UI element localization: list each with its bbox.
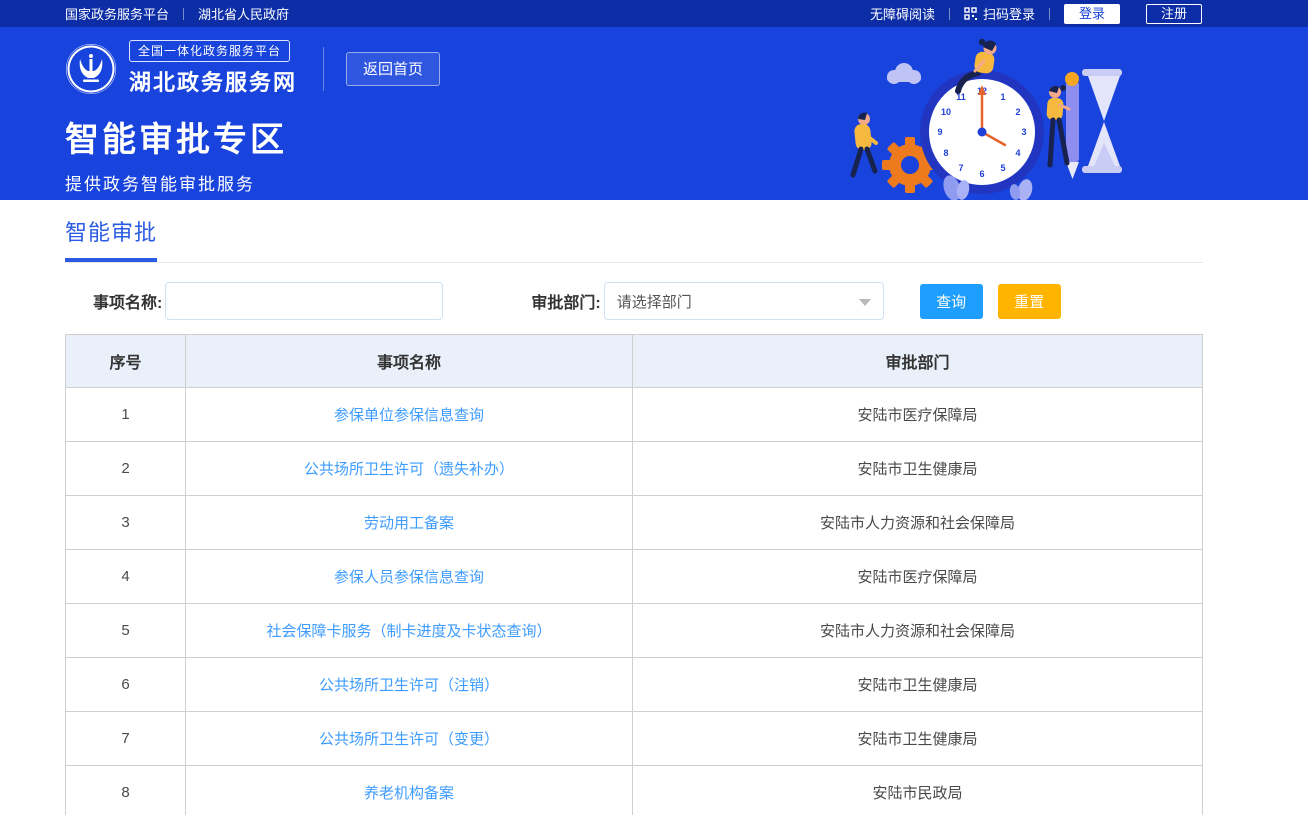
- row-number: 8: [66, 766, 186, 815]
- divider: [323, 47, 324, 91]
- row-dept: 安陆市民政局: [633, 766, 1203, 815]
- row-dept: 安陆市人力资源和社会保障局: [633, 604, 1203, 658]
- row-number: 1: [66, 388, 186, 442]
- qr-code-icon: [964, 7, 977, 20]
- table-body: 1 参保单位参保信息查询 安陆市医疗保障局 2 公共场所卫生许可（遗失补办） 安…: [66, 388, 1203, 815]
- row-dept: 安陆市医疗保障局: [633, 550, 1203, 604]
- item-link[interactable]: 劳动用工备案: [364, 515, 454, 532]
- item-link[interactable]: 公共场所卫生许可（变更）: [319, 731, 499, 748]
- item-link[interactable]: 公共场所卫生许可（遗失补办）: [304, 461, 514, 478]
- search-button[interactable]: 查询: [920, 284, 983, 319]
- register-button[interactable]: 注册: [1146, 4, 1202, 24]
- item-link[interactable]: 参保单位参保信息查询: [334, 407, 484, 424]
- page-title: 智能审批专区: [65, 112, 1308, 161]
- login-button[interactable]: 登录: [1064, 4, 1120, 24]
- site-name: 湖北政务服务网: [129, 65, 297, 97]
- topbar: 国家政务服务平台 湖北省人民政府 无障碍阅读 扫码登录 登录 注册: [0, 0, 1308, 27]
- item-link[interactable]: 公共场所卫生许可（注销）: [319, 677, 499, 694]
- dept-select-value: 请选择部门: [617, 291, 692, 312]
- item-name-input[interactable]: [165, 282, 443, 320]
- dept-select[interactable]: 请选择部门: [604, 282, 884, 320]
- table-row: 1 参保单位参保信息查询 安陆市医疗保障局: [66, 388, 1203, 442]
- row-dept: 安陆市医疗保障局: [633, 388, 1203, 442]
- row-number: 4: [66, 550, 186, 604]
- table-row: 5 社会保障卡服务（制卡进度及卡状态查询） 安陆市人力资源和社会保障局: [66, 604, 1203, 658]
- accessibility-link[interactable]: 无障碍阅读: [870, 4, 935, 23]
- platform-badge: 全国一体化政务服务平台: [129, 40, 290, 62]
- divider: [183, 8, 184, 20]
- link-national-platform[interactable]: 国家政务服务平台: [65, 4, 169, 23]
- item-link[interactable]: 养老机构备案: [364, 785, 454, 802]
- approval-items-table: 序号 事项名称 审批部门 1 参保单位参保信息查询 安陆市医疗保障局 2 公共场…: [65, 334, 1203, 815]
- banner: 全国一体化政务服务平台 湖北政务服务网 返回首页 智能审批专区 提供政务智能审批…: [0, 27, 1308, 200]
- table-row: 7 公共场所卫生许可（变更） 安陆市卫生健康局: [66, 712, 1203, 766]
- table-row: 4 参保人员参保信息查询 安陆市医疗保障局: [66, 550, 1203, 604]
- main-content: 智能审批 事项名称: 审批部门: 请选择部门 查询 重置 序号 事项名称 审批部…: [65, 200, 1203, 815]
- row-number: 7: [66, 712, 186, 766]
- item-link[interactable]: 参保人员参保信息查询: [334, 569, 484, 586]
- row-dept: 安陆市卫生健康局: [633, 442, 1203, 496]
- table-row: 3 劳动用工备案 安陆市人力资源和社会保障局: [66, 496, 1203, 550]
- row-number: 3: [66, 496, 186, 550]
- header-item: 事项名称: [186, 335, 633, 388]
- header-no: 序号: [66, 335, 186, 388]
- back-home-button[interactable]: 返回首页: [346, 52, 440, 86]
- reset-button[interactable]: 重置: [998, 284, 1061, 319]
- row-dept: 安陆市人力资源和社会保障局: [633, 496, 1203, 550]
- divider: [1049, 8, 1050, 20]
- page-subtitle: 提供政务智能审批服务: [65, 170, 1308, 195]
- table-header-row: 序号 事项名称 审批部门: [66, 335, 1203, 388]
- item-name-label: 事项名称:: [93, 289, 162, 313]
- header-dept: 审批部门: [633, 335, 1203, 388]
- chevron-down-icon: [859, 299, 871, 306]
- scan-login-link[interactable]: 扫码登录: [983, 4, 1035, 23]
- site-emblem-logo: [65, 43, 117, 95]
- item-link[interactable]: 社会保障卡服务（制卡进度及卡状态查询）: [266, 623, 551, 640]
- row-number: 2: [66, 442, 186, 496]
- table-row: 2 公共场所卫生许可（遗失补办） 安陆市卫生健康局: [66, 442, 1203, 496]
- row-dept: 安陆市卫生健康局: [633, 712, 1203, 766]
- row-number: 5: [66, 604, 186, 658]
- table-row: 6 公共场所卫生许可（注销） 安陆市卫生健康局: [66, 658, 1203, 712]
- divider: [949, 8, 950, 20]
- row-dept: 安陆市卫生健康局: [633, 658, 1203, 712]
- tab-smart-approval[interactable]: 智能审批: [65, 215, 157, 262]
- table-row: 8 养老机构备案 安陆市民政局: [66, 766, 1203, 815]
- filter-row: 事项名称: 审批部门: 请选择部门 查询 重置: [65, 282, 1203, 320]
- link-hubei-gov[interactable]: 湖北省人民政府: [198, 4, 289, 23]
- tabbar: 智能审批: [65, 200, 1203, 263]
- row-number: 6: [66, 658, 186, 712]
- dept-label: 审批部门:: [531, 289, 600, 313]
